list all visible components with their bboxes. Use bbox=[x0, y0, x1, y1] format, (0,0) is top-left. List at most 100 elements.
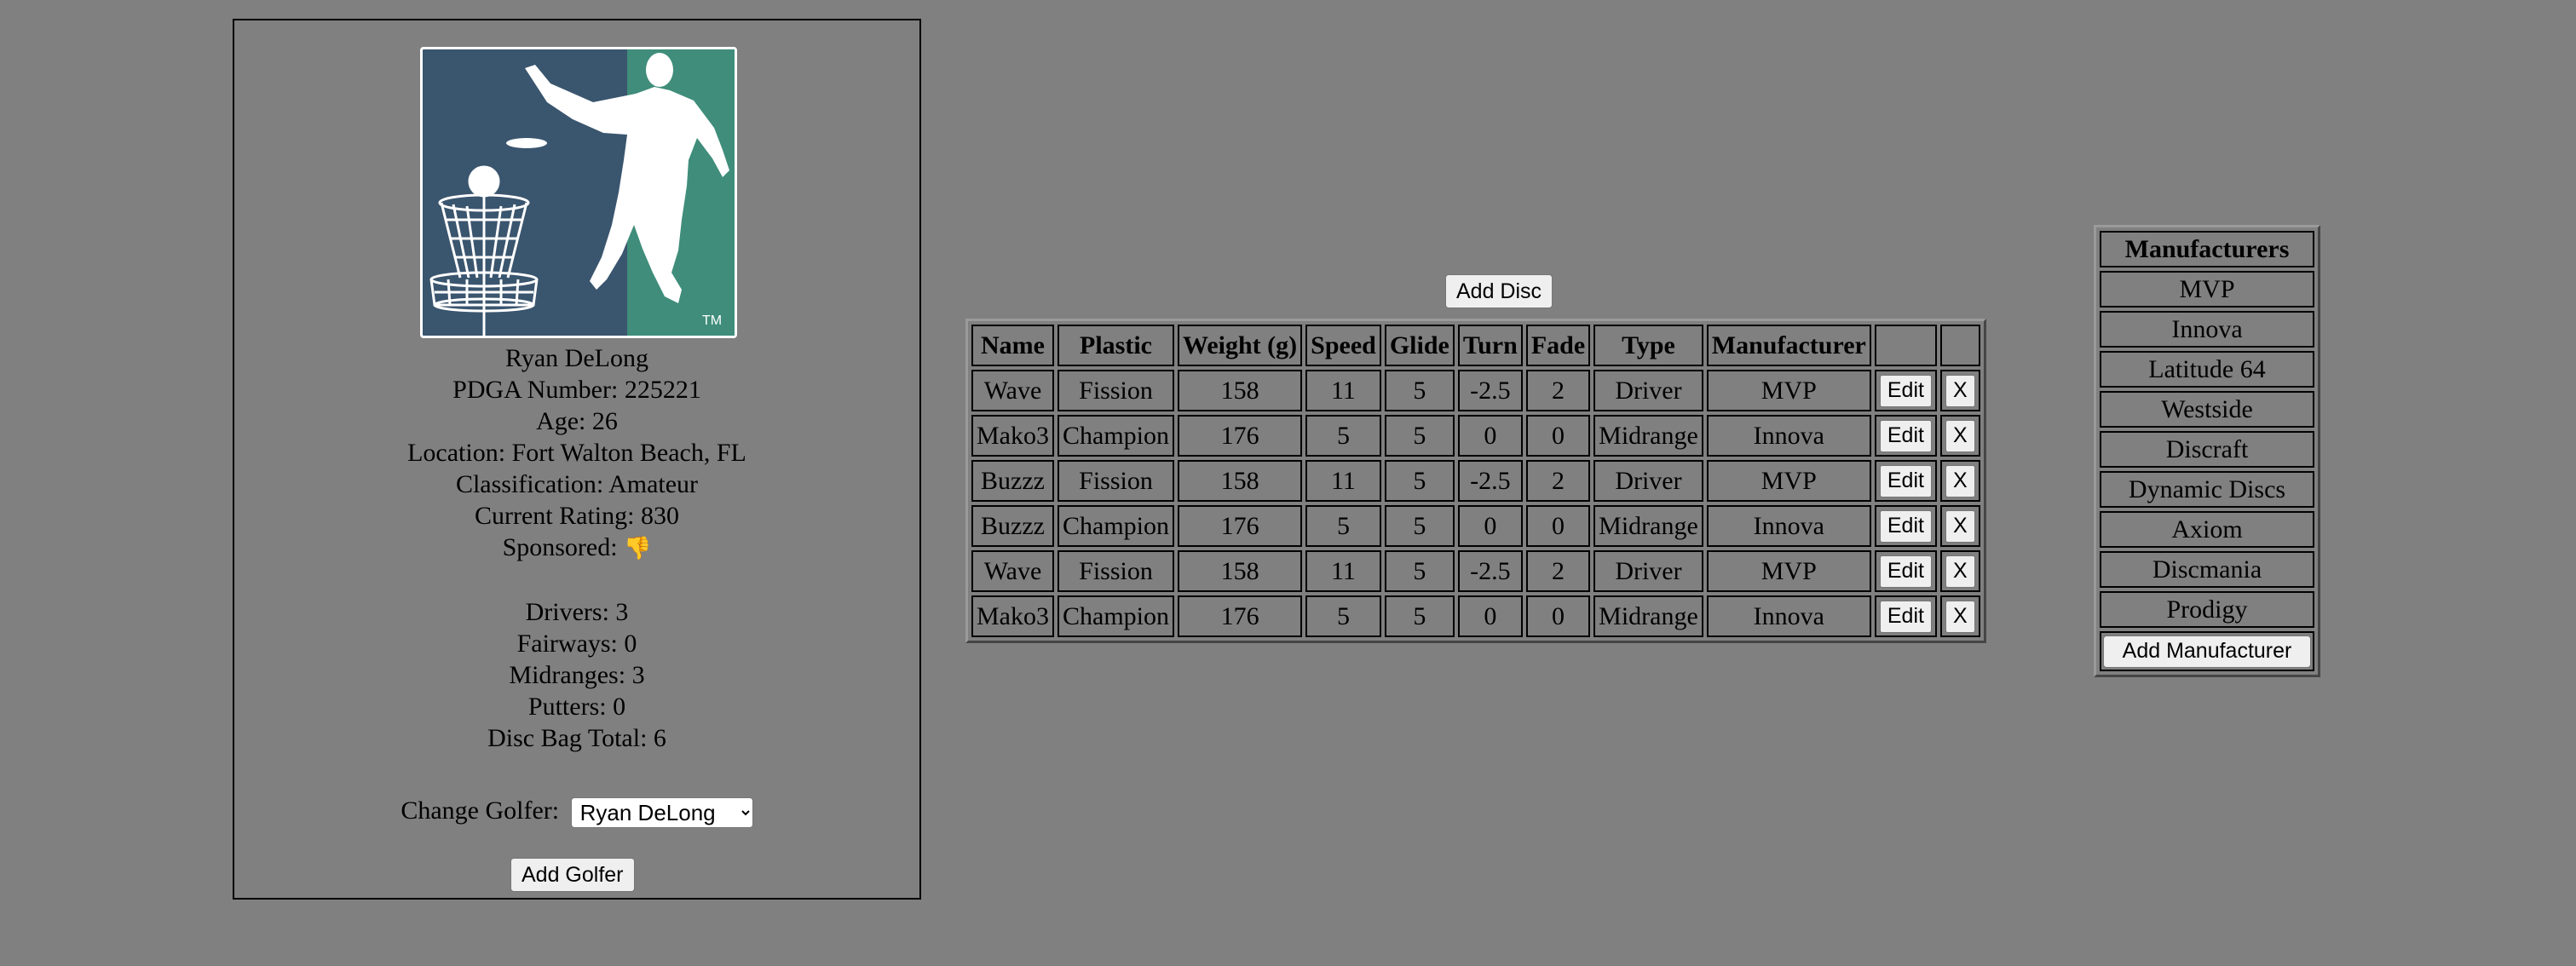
column-header: Name bbox=[971, 325, 1054, 366]
disc-manufacturer-cell: Innova bbox=[1706, 595, 1871, 637]
disc-plastic-cell: Champion bbox=[1057, 505, 1174, 547]
disc-speed-cell: 11 bbox=[1305, 370, 1381, 411]
delete-disc-button[interactable]: X bbox=[1945, 464, 1975, 497]
disc-type-cell: Midrange bbox=[1593, 415, 1703, 457]
edit-disc-button[interactable]: Edit bbox=[1879, 600, 1932, 633]
list-item: Prodigy bbox=[2100, 591, 2314, 628]
edit-disc-button[interactable]: Edit bbox=[1879, 374, 1932, 407]
list-item: Discmania bbox=[2100, 551, 2314, 588]
disc-name-cell: Wave bbox=[971, 550, 1054, 592]
disc-glide-cell: 5 bbox=[1384, 415, 1455, 457]
delete-disc-button[interactable]: X bbox=[1945, 419, 1975, 452]
change-golfer-label: Change Golfer: bbox=[401, 796, 560, 825]
disc-glide-cell: 5 bbox=[1384, 550, 1455, 592]
disc-type-cell: Driver bbox=[1593, 550, 1703, 592]
add-manufacturer-button[interactable]: Add Manufacturer bbox=[2103, 635, 2311, 668]
page: TM Ryan DeLong PDGA Number: 225221 Age: … bbox=[0, 0, 2576, 966]
column-header bbox=[1939, 325, 1980, 366]
disc-glide-cell: 5 bbox=[1384, 460, 1455, 502]
table-row: Wave Fission 158 11 5 -2.5 2 Driver MVP Edit X bbox=[971, 550, 1980, 592]
column-header: Type bbox=[1593, 325, 1703, 366]
delete-disc-button[interactable]: X bbox=[1945, 555, 1975, 588]
delete-cell: X bbox=[1939, 505, 1980, 547]
disc-fade-cell: 2 bbox=[1525, 550, 1591, 592]
delete-cell: X bbox=[1939, 370, 1980, 411]
edit-cell: Edit bbox=[1874, 370, 1937, 411]
disc-manufacturer-cell: Innova bbox=[1706, 505, 1871, 547]
golfer-info: Ryan DeLong PDGA Number: 225221 Age: 26 … bbox=[234, 342, 919, 754]
add-disc-button[interactable]: Add Disc bbox=[1445, 274, 1553, 308]
delete-disc-button[interactable]: X bbox=[1945, 374, 1975, 407]
list-item: Westside bbox=[2100, 391, 2314, 428]
disc-table-body: Wave Fission 158 11 5 -2.5 2 Driver MVP Edit X Mako… bbox=[971, 370, 1980, 637]
disc-turn-cell: 0 bbox=[1457, 595, 1523, 637]
disc-turn-cell: -2.5 bbox=[1457, 460, 1523, 502]
disc-speed-cell: 11 bbox=[1305, 460, 1381, 502]
manufacturer-name: Innova bbox=[2100, 311, 2314, 348]
list-item: Axiom bbox=[2100, 511, 2314, 548]
manufacturer-name: Prodigy bbox=[2100, 591, 2314, 628]
column-header: Plastic bbox=[1057, 325, 1174, 366]
disc-glide-cell: 5 bbox=[1384, 505, 1455, 547]
disc-bag-total: Disc Bag Total: 6 bbox=[487, 724, 666, 752]
edit-cell: Edit bbox=[1874, 415, 1937, 457]
disc-turn-cell: -2.5 bbox=[1457, 550, 1523, 592]
pdga-logo: TM bbox=[420, 47, 737, 338]
disc-name-cell: Mako3 bbox=[971, 415, 1054, 457]
table-row: Buzzz Fission 158 11 5 -2.5 2 Driver MVP Edit X bbox=[971, 460, 1980, 502]
disc-name-cell: Buzzz bbox=[971, 505, 1054, 547]
delete-disc-button[interactable]: X bbox=[1945, 509, 1975, 543]
disc-weight-cell: 158 bbox=[1178, 550, 1303, 592]
manufacturer-name: Axiom bbox=[2100, 511, 2314, 548]
golfer-age: Age: 26 bbox=[536, 407, 618, 435]
table-row: Buzzz Champion 176 5 5 0 0 Midrange Innova Edit X bbox=[971, 505, 1980, 547]
delete-cell: X bbox=[1939, 415, 1980, 457]
add-manufacturer-row: Add Manufacturer bbox=[2100, 631, 2314, 671]
disc-manufacturer-cell: MVP bbox=[1706, 460, 1871, 502]
edit-disc-button[interactable]: Edit bbox=[1879, 509, 1932, 543]
golfer-name: Ryan DeLong bbox=[505, 344, 648, 372]
disc-manufacturer-cell: MVP bbox=[1706, 370, 1871, 411]
disc-fade-cell: 2 bbox=[1525, 460, 1591, 502]
disc-table: Name Plastic Weight (g) Speed Glide Turn Fade T… bbox=[965, 319, 1986, 643]
disc-weight-cell: 176 bbox=[1178, 505, 1303, 547]
edit-disc-button[interactable]: Edit bbox=[1879, 555, 1932, 588]
column-header: Glide bbox=[1384, 325, 1455, 366]
manufacturers-header-row: Manufacturers bbox=[2100, 231, 2314, 267]
golfer-select[interactable]: Ryan DeLong bbox=[570, 797, 753, 829]
manufacturer-name: Discraft bbox=[2100, 431, 2314, 468]
disc-fade-cell: 2 bbox=[1525, 370, 1591, 411]
table-row: Mako3 Champion 176 5 5 0 0 Midrange Innova Edit X bbox=[971, 595, 1980, 637]
list-item: Innova bbox=[2100, 311, 2314, 348]
disc-fade-cell: 0 bbox=[1525, 505, 1591, 547]
golfer-sponsored: Sponsored: 👎 bbox=[234, 532, 919, 565]
disc-weight-cell: 176 bbox=[1178, 595, 1303, 637]
list-item: Latitude 64 bbox=[2100, 351, 2314, 388]
delete-disc-button[interactable]: X bbox=[1945, 600, 1975, 633]
column-header: Speed bbox=[1305, 325, 1381, 366]
disc-turn-cell: -2.5 bbox=[1457, 370, 1523, 411]
disc-glide-cell: 5 bbox=[1384, 595, 1455, 637]
fairways-count: Fairways: 0 bbox=[516, 630, 637, 658]
manufacturer-name: Dynamic Discs bbox=[2100, 471, 2314, 508]
disc-type-cell: Driver bbox=[1593, 370, 1703, 411]
list-item: Dynamic Discs bbox=[2100, 471, 2314, 508]
column-header bbox=[1874, 325, 1937, 366]
edit-disc-button[interactable]: Edit bbox=[1879, 419, 1932, 452]
midranges-count: Midranges: 3 bbox=[509, 661, 645, 689]
disc-name-cell: Wave bbox=[971, 370, 1054, 411]
change-golfer-row: Change Golfer: Ryan DeLong bbox=[234, 794, 919, 829]
disc-type-cell: Driver bbox=[1593, 460, 1703, 502]
edit-disc-button[interactable]: Edit bbox=[1879, 464, 1932, 497]
list-item: MVP bbox=[2100, 271, 2314, 308]
sponsored-label: Sponsored: bbox=[502, 533, 618, 561]
disc-weight-cell: 158 bbox=[1178, 460, 1303, 502]
golfer-rating: Current Rating: 830 bbox=[475, 502, 679, 530]
add-golfer-button[interactable]: Add Golfer bbox=[510, 858, 635, 892]
disc-manufacturer-cell: MVP bbox=[1706, 550, 1871, 592]
disc-type-cell: Midrange bbox=[1593, 595, 1703, 637]
disc-type-cell: Midrange bbox=[1593, 505, 1703, 547]
manufacturers-header: Manufacturers bbox=[2100, 231, 2314, 267]
logo-trademark: TM bbox=[702, 313, 722, 328]
disc-plastic-cell: Champion bbox=[1057, 595, 1174, 637]
